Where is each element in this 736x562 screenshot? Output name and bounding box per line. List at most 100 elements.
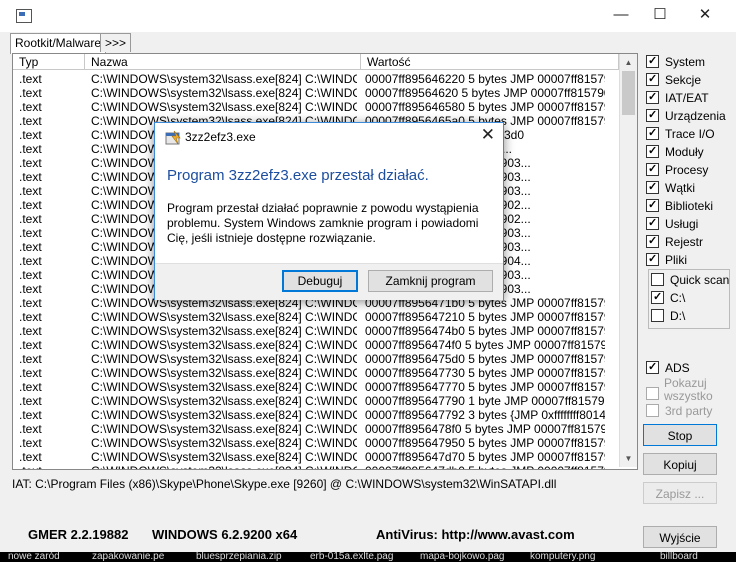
option-checkbox[interactable]: Sekcje bbox=[646, 71, 702, 88]
cell-typ: .text bbox=[19, 436, 42, 450]
check-icon bbox=[646, 143, 659, 159]
column-header-nazwa[interactable]: Nazwa bbox=[85, 54, 361, 70]
cell-typ: .text bbox=[19, 310, 42, 324]
ads-checkbox[interactable]: ADS bbox=[646, 359, 690, 376]
check-icon bbox=[646, 89, 659, 105]
option-label: Biblioteki bbox=[665, 199, 714, 213]
dialog-close-icon[interactable]: ✕ bbox=[481, 125, 495, 145]
desktop-file-labels: nowe zaród zapakowanie.pe bluesprzepiania.… bbox=[0, 552, 736, 562]
column-header-typ[interactable]: Typ bbox=[13, 54, 85, 70]
debug-button[interactable]: Debuguj bbox=[282, 270, 358, 292]
cell-wartosc: 00007ff8956478f0 5 bytes JMP 00007ff8157… bbox=[365, 422, 605, 436]
vertical-scrollbar[interactable]: ▲ ▼ bbox=[619, 54, 637, 467]
cell-wartosc: 00007ff895647210 5 bytes JMP 00007ff8157… bbox=[365, 310, 605, 324]
cell-typ: .text bbox=[19, 366, 42, 380]
scroll-down-icon[interactable]: ▼ bbox=[620, 450, 637, 467]
cell-typ: .text bbox=[19, 100, 42, 114]
stop-button[interactable]: Stop bbox=[643, 424, 717, 446]
cell-typ: .text bbox=[19, 156, 42, 170]
cell-wartosc: 00007ff895647d70 5 bytes JMP 00007ff8157… bbox=[365, 450, 605, 464]
cell-typ: .text bbox=[19, 114, 42, 128]
scan-target-checkbox[interactable]: Quick scan bbox=[651, 272, 729, 288]
option-checkbox[interactable]: IAT/EAT bbox=[646, 89, 709, 106]
cell-nazwa: C:\WINDOWS\system32\lsass.exe[824] C:\WI… bbox=[91, 338, 357, 352]
cell-wartosc: 00007ff895647730 5 bytes JMP 00007ff8157… bbox=[365, 366, 605, 380]
tab-rootkit-malware[interactable]: Rootkit/Malware bbox=[10, 33, 107, 54]
option-checkbox[interactable]: System bbox=[646, 53, 705, 70]
cell-nazwa: C:\WINDOWS\system32\lsass.exe[824] C:\WI… bbox=[91, 72, 357, 86]
app-icon bbox=[16, 9, 32, 23]
crash-dialog: 3zz2efz3.exe ✕ Program 3zz2efz3.exe prze… bbox=[154, 122, 504, 300]
show-all-checkbox[interactable]: Pokazuj wszystko bbox=[646, 377, 713, 403]
third-party-label: 3rd party bbox=[665, 404, 713, 418]
scan-targets-group: Quick scan C:\ D:\ bbox=[648, 269, 730, 329]
cell-typ: .text bbox=[19, 240, 42, 254]
checkbox-icon bbox=[651, 273, 664, 286]
cell-wartosc: 00007ff8956475d0 5 bytes JMP 00007ff8157… bbox=[365, 352, 605, 366]
cell-nazwa: C:\WINDOWS\system32\lsass.exe[824] C:\WI… bbox=[91, 86, 357, 100]
copy-button[interactable]: Kopiuj bbox=[643, 453, 717, 475]
close-program-button[interactable]: Zamknij program bbox=[368, 270, 493, 292]
check-icon bbox=[646, 125, 659, 141]
option-label: Wątki bbox=[665, 181, 695, 195]
option-label: Sekcje bbox=[665, 73, 702, 87]
cell-typ: .text bbox=[19, 422, 42, 436]
check-icon bbox=[646, 161, 659, 177]
cell-typ: .text bbox=[19, 254, 42, 268]
scrollbar-thumb[interactable] bbox=[622, 71, 635, 115]
cell-nazwa: C:\WINDOWS\system32\lsass.exe[824] C:\WI… bbox=[91, 380, 357, 394]
cell-wartosc: 00007ff8956474f0 5 bytes JMP 00007ff8157… bbox=[365, 338, 605, 352]
dialog-message: Program przestał działać poprawnie z pow… bbox=[167, 201, 479, 245]
desktop-file-label: komputery.png bbox=[530, 552, 596, 562]
check-icon bbox=[646, 179, 659, 195]
exit-button[interactable]: Wyjście bbox=[643, 526, 717, 548]
checkbox-icon bbox=[651, 309, 664, 322]
dialog-title: 3zz2efz3.exe bbox=[185, 130, 256, 144]
cell-wartosc: 00007ff89564620 5 bytes JMP 00007ff81579… bbox=[365, 86, 605, 100]
option-checkbox[interactable]: Rejestr bbox=[646, 233, 703, 250]
cell-nazwa: C:\WINDOWS\system32\lsass.exe[824] C:\WI… bbox=[91, 464, 357, 469]
checkbox-icon bbox=[646, 387, 659, 400]
option-label: Pliki bbox=[665, 253, 688, 267]
cell-typ: .text bbox=[19, 394, 42, 408]
scan-target-checkbox[interactable]: D:\ bbox=[651, 308, 685, 324]
option-checkbox[interactable]: Usługi bbox=[646, 215, 698, 232]
desktop-file-label: erb-015a.exlte.pag bbox=[310, 552, 394, 562]
cell-typ: .text bbox=[19, 72, 42, 86]
tab-more[interactable]: >>> bbox=[100, 33, 132, 52]
desktop-file-label: billboard bbox=[660, 552, 698, 562]
save-button[interactable]: Zapisz ... bbox=[643, 482, 717, 504]
scan-target-label: D:\ bbox=[670, 309, 686, 323]
bottom-info-bar: GMER 2.2.19882 WINDOWS 6.2.9200 x64 Anti… bbox=[12, 520, 630, 550]
cell-wartosc: 00007ff895647950 5 bytes JMP 00007ff8157… bbox=[365, 436, 605, 450]
maximize-button[interactable]: ☐ bbox=[637, 0, 683, 32]
scan-target-checkbox[interactable]: C:\ bbox=[651, 289, 686, 306]
dialog-heading: Program 3zz2efz3.exe przestał działać. bbox=[167, 167, 429, 184]
option-checkbox[interactable]: Wątki bbox=[646, 179, 695, 196]
cell-nazwa: C:\WINDOWS\system32\lsass.exe[824] C:\WI… bbox=[91, 450, 357, 464]
option-checkbox[interactable]: Urządzenia bbox=[646, 107, 726, 124]
option-label: IAT/EAT bbox=[665, 91, 709, 105]
scroll-up-icon[interactable]: ▲ bbox=[620, 54, 637, 71]
option-checkbox[interactable]: Trace I/O bbox=[646, 125, 715, 142]
cell-nazwa: C:\WINDOWS\system32\lsass.exe[824] C:\WI… bbox=[91, 408, 357, 422]
desktop-file-label: zapakowanie.pe bbox=[92, 552, 165, 562]
option-checkbox[interactable]: Moduły bbox=[646, 143, 704, 160]
cell-wartosc: 00007ff895647792 3 bytes {JMP 0xffffffff… bbox=[365, 408, 605, 422]
third-party-checkbox[interactable]: 3rd party bbox=[646, 403, 712, 419]
cell-typ: .text bbox=[19, 184, 42, 198]
option-checkbox[interactable]: Biblioteki bbox=[646, 197, 714, 214]
cell-typ: .text bbox=[19, 268, 42, 282]
gmer-window: — ☐ ✕ Rootkit/Malware >>> Typ Nazwa Wart… bbox=[0, 0, 736, 552]
cell-typ: .text bbox=[19, 380, 42, 394]
option-checkbox[interactable]: Procesy bbox=[646, 161, 708, 178]
close-window-button[interactable]: ✕ bbox=[682, 0, 728, 32]
option-checkbox[interactable]: Pliki bbox=[646, 251, 688, 268]
cell-wartosc: 00007ff895646220 5 bytes JMP 00007ff8157… bbox=[365, 72, 605, 86]
column-header-wartosc[interactable]: Wartość bbox=[361, 54, 619, 70]
cell-typ: .text bbox=[19, 324, 42, 338]
cell-typ: .text bbox=[19, 226, 42, 240]
scan-target-label: C:\ bbox=[670, 291, 686, 305]
check-icon bbox=[651, 289, 664, 305]
cell-typ: .text bbox=[19, 86, 42, 100]
